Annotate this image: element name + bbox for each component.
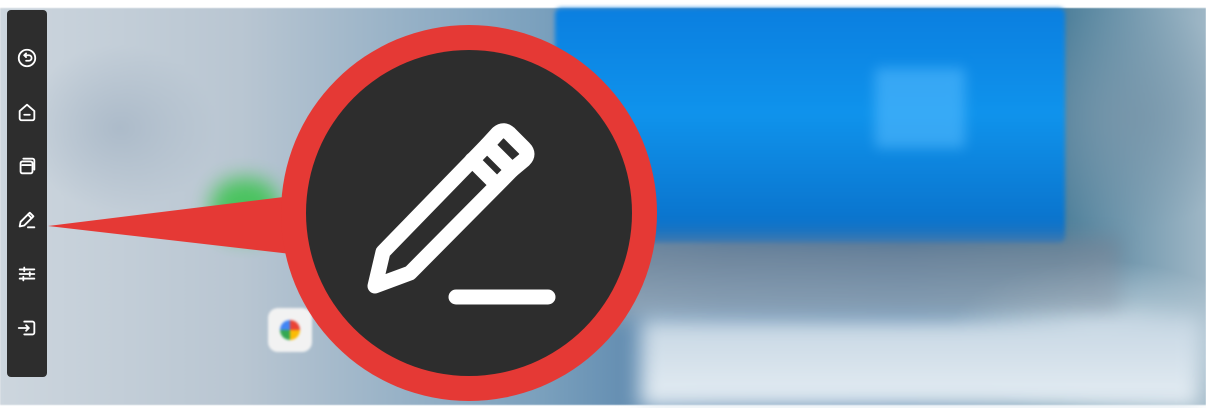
windows-button[interactable] — [9, 148, 45, 184]
input-source-button[interactable] — [9, 310, 45, 346]
home-icon — [18, 103, 36, 122]
annotate-button[interactable] — [9, 202, 45, 238]
background-app-icon — [268, 308, 312, 352]
multi-window-icon — [19, 157, 36, 175]
blurred-background — [0, 8, 1206, 408]
back-button[interactable] — [9, 40, 45, 76]
settings-button[interactable] — [9, 256, 45, 292]
back-arrow-circle-icon — [17, 48, 37, 68]
sliders-icon — [18, 266, 36, 282]
home-button[interactable] — [9, 94, 45, 130]
pen-icon — [18, 211, 36, 229]
input-source-icon — [17, 320, 36, 336]
background-laptop-screen — [555, 8, 1065, 243]
side-toolbar — [7, 10, 47, 377]
